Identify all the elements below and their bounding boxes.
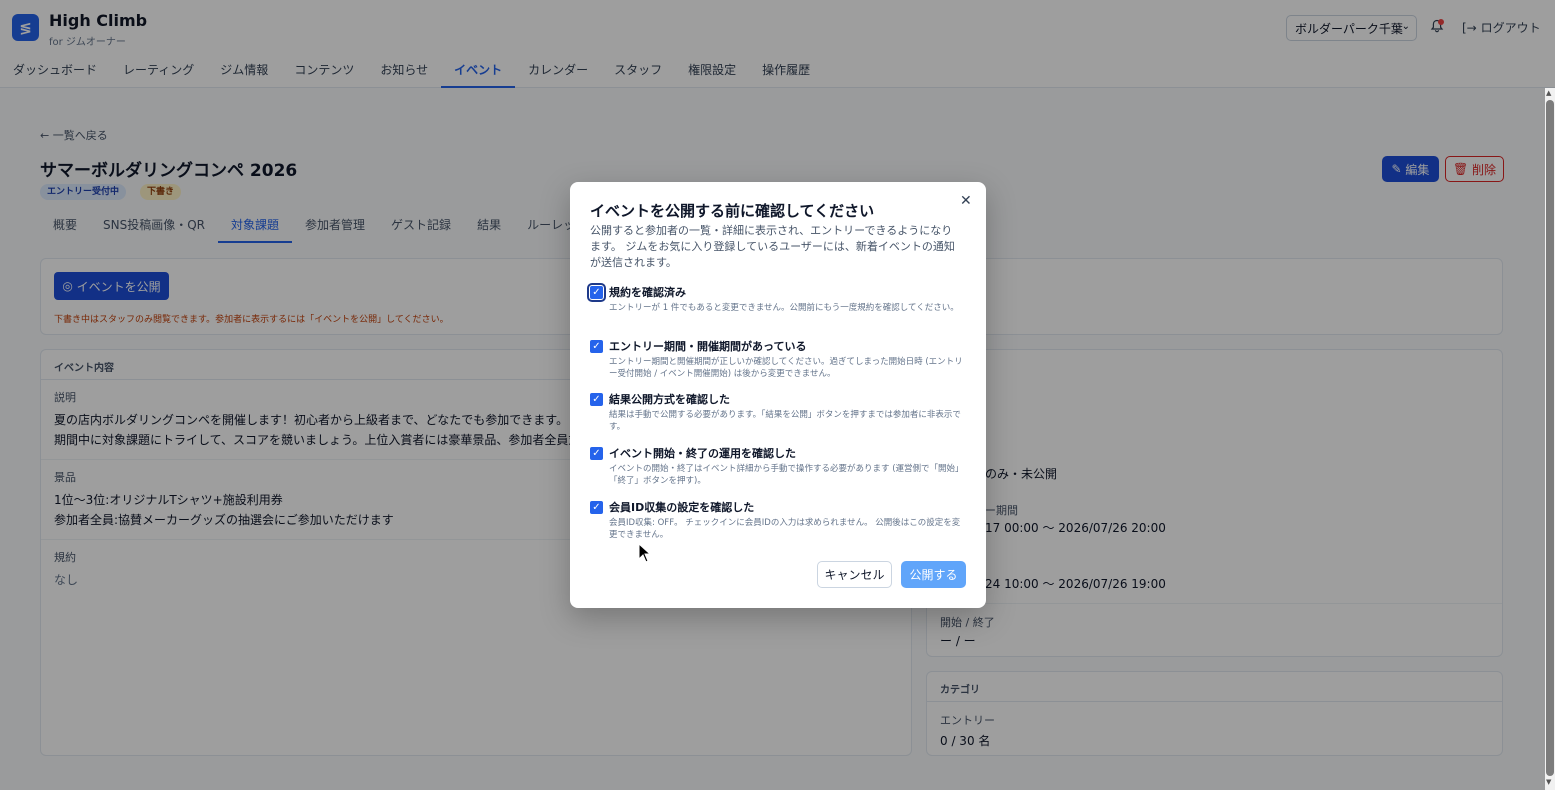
- scroll-down-icon[interactable]: ▼: [1546, 778, 1551, 786]
- dialog-description: 公開すると参加者の一覧・詳細に表示され、エントリーできるようになります。 ジムを…: [590, 224, 955, 269]
- check-hint: エントリー期間と開催期間が正しいか確認してください。過ぎてしまった開始日時 (エ…: [609, 357, 963, 379]
- check-hint: イベントの開始・終了はイベント詳細から手動で操作する必要があります (運営側で「…: [609, 464, 964, 486]
- check-label[interactable]: 結果公開方式を確認した: [609, 391, 730, 407]
- close-icon[interactable]: ✕: [960, 193, 972, 209]
- scrollbar[interactable]: ▲ ▼: [1545, 88, 1555, 790]
- check-label[interactable]: イベント開始・終了の運用を確認した: [609, 445, 796, 461]
- check-label[interactable]: 会員ID収集の設定を確認した: [609, 499, 754, 515]
- scroll-up-icon[interactable]: ▲: [1546, 89, 1551, 97]
- check-hint: 会員ID収集: OFF。 チェックインに会員IDの入力は求められません。 公開後…: [609, 518, 961, 540]
- checkbox-checked-icon[interactable]: ✓: [590, 447, 603, 460]
- checkbox-checked-icon[interactable]: ✓: [587, 283, 606, 302]
- check-hint: 結果は手動で公開する必要があります。「結果を公開」ボタンを押すまでは参加者に非表…: [609, 410, 961, 432]
- checkbox-checked-icon[interactable]: ✓: [590, 340, 603, 353]
- check-label[interactable]: 規約を確認済み: [609, 284, 686, 300]
- checkbox-checked-icon[interactable]: ✓: [590, 501, 603, 514]
- checkbox-checked-icon[interactable]: ✓: [590, 393, 603, 406]
- check-label[interactable]: エントリー期間・開催期間があっている: [609, 338, 806, 354]
- dialog-title: イベントを公開する前に確認してください: [590, 202, 875, 220]
- check-hint: エントリーが 1 件でもあると変更できません。公開前にもう一度規約を確認してくだ…: [609, 303, 959, 313]
- cancel-button[interactable]: キャンセル: [817, 561, 892, 588]
- mouse-cursor-icon: [638, 543, 652, 563]
- scrollbar-thumb[interactable]: [1546, 100, 1554, 776]
- publish-button[interactable]: 公開する: [901, 561, 966, 588]
- publish-confirm-dialog: ✕ イベントを公開する前に確認してください 公開すると参加者の一覧・詳細に表示さ…: [570, 182, 986, 608]
